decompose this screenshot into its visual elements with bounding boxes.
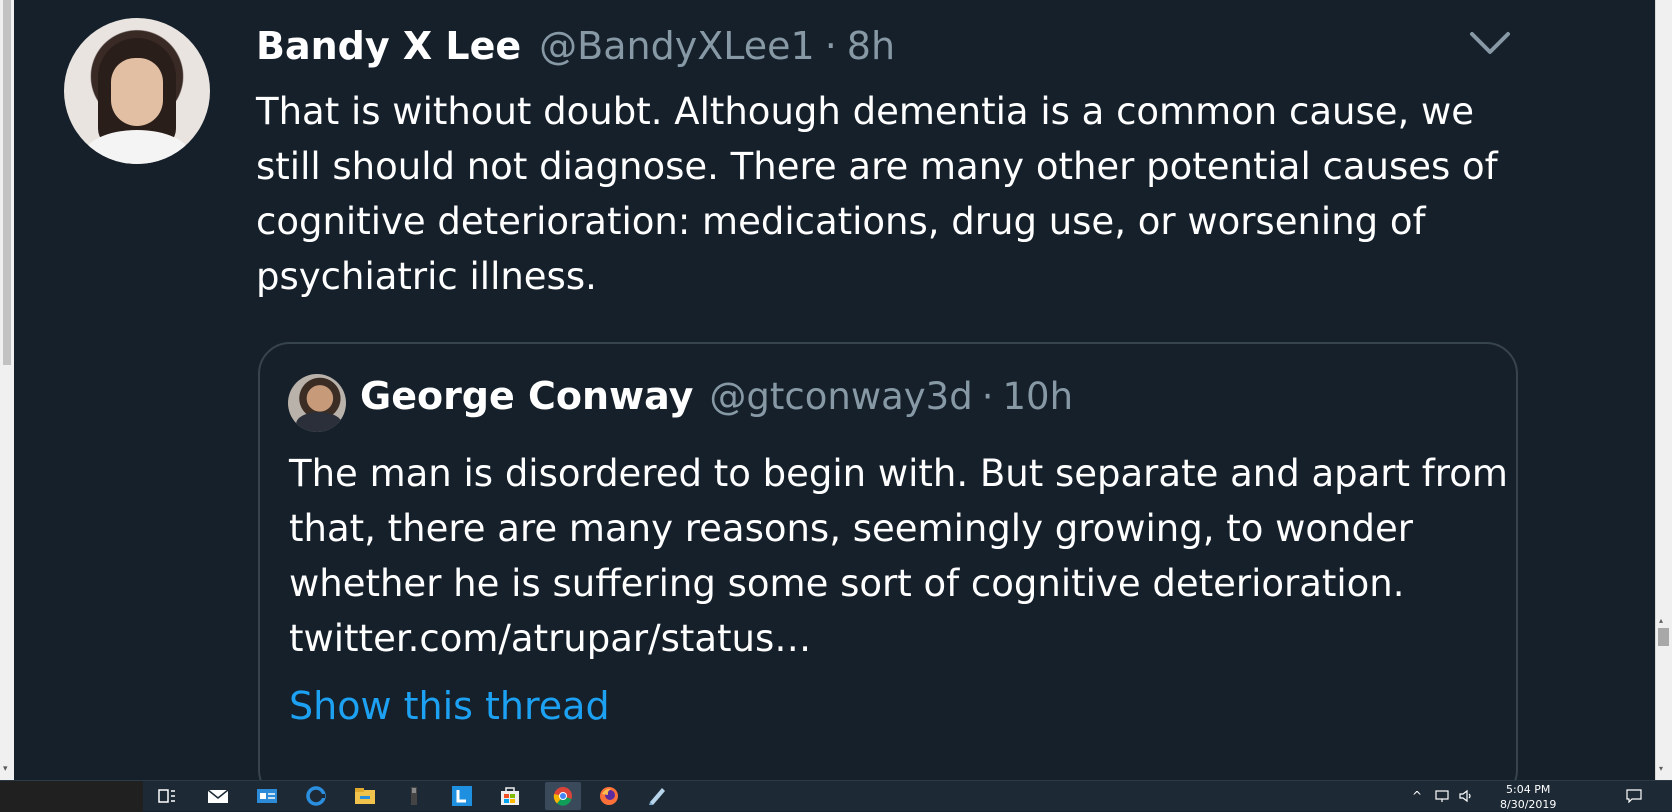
contacts-icon[interactable]	[254, 784, 280, 808]
tweet-text-line: psychiatric illness.	[256, 255, 597, 298]
author-name[interactable]: Bandy X Lee	[256, 24, 521, 68]
chevron-down-icon[interactable]	[1468, 30, 1512, 56]
author-avatar[interactable]	[64, 18, 210, 164]
quoted-text-link[interactable]: twitter.com/atrupar/status…	[289, 611, 1509, 666]
taskbar-search-area[interactable]	[0, 781, 143, 812]
separator-dot: ·	[824, 24, 837, 68]
system-tray: ^ 5:04 PM 8/30/2019	[1412, 781, 1672, 812]
clock-time[interactable]: 5:04 PM	[1506, 783, 1550, 796]
author-handle[interactable]: @BandyXLee1	[539, 24, 815, 68]
store-icon[interactable]	[497, 784, 523, 808]
tweet-header: Bandy X Lee @BandyXLee1 · 8h	[256, 24, 895, 76]
quoted-author-avatar[interactable]	[288, 374, 346, 432]
quoted-tweet-time[interactable]: 10h	[1002, 375, 1073, 418]
task-view-icon[interactable]	[154, 784, 180, 808]
mail-icon[interactable]	[205, 784, 231, 808]
chevron-up-icon[interactable]: ^	[1412, 789, 1422, 803]
notification-icon[interactable]	[1626, 789, 1642, 806]
quoted-author-name[interactable]: George Conway	[360, 374, 693, 418]
tweet-time[interactable]: 8h	[847, 24, 895, 68]
chrome-icon[interactable]	[545, 782, 581, 810]
quoted-tweet-text: The man is disordered to begin with. But…	[289, 446, 1509, 666]
quoted-text-line: The man is disordered to begin with. But…	[289, 452, 1508, 495]
left-scrollbar[interactable]: ▾	[0, 0, 14, 780]
right-scrollbar[interactable]: ▴ ▾	[1655, 0, 1672, 780]
firefox-icon[interactable]	[596, 784, 622, 808]
edge-icon[interactable]	[303, 784, 329, 808]
quoted-author-handle[interactable]: @gtconway3d	[709, 375, 972, 418]
network-icon[interactable]	[1434, 789, 1450, 806]
avatar-shoulders	[296, 412, 342, 432]
tweet-text-line: cognitive deterioration: medications, dr…	[256, 200, 1426, 243]
scroll-down-arrow-icon[interactable]: ▾	[3, 764, 8, 774]
separator-dot: ·	[981, 375, 994, 418]
show-thread-link[interactable]: Show this thread	[289, 684, 610, 728]
tweet-text-line: That is without doubt. Although dementia…	[256, 90, 1475, 133]
file-explorer-icon[interactable]	[352, 784, 378, 808]
avatar-face	[111, 58, 163, 126]
volume-icon[interactable]	[1458, 789, 1474, 806]
taskbar: ^ 5:04 PM 8/30/2019	[0, 780, 1672, 812]
lync-icon[interactable]	[449, 784, 475, 808]
tweet-text: That is without doubt. Although dementia…	[256, 84, 1556, 304]
notes-icon[interactable]	[644, 784, 670, 808]
quoted-tweet-card[interactable]: George Conway @gtconway3d · 10h The man …	[258, 342, 1518, 780]
app-icon[interactable]	[401, 784, 427, 808]
clock-date[interactable]: 8/30/2019	[1500, 798, 1556, 811]
scrollbar-track	[1655, 0, 1656, 780]
tweet[interactable]: Bandy X Lee @BandyXLee1 · 8h That is wit…	[14, 0, 1655, 780]
scroll-down-arrow-icon[interactable]: ▾	[1659, 764, 1663, 773]
left-scrollbar-thumb[interactable]	[3, 0, 11, 365]
quoted-text-line: whether he is suffering some sort of cog…	[289, 562, 1405, 605]
quoted-tweet-header: George Conway @gtconway3d · 10h	[360, 374, 1073, 418]
quoted-text-line: that, there are many reasons, seemingly …	[289, 507, 1413, 550]
scroll-up-arrow-icon[interactable]: ▴	[1659, 616, 1663, 625]
right-scrollbar-thumb[interactable]	[1658, 628, 1669, 646]
tweet-text-line: still should not diagnose. There are man…	[256, 145, 1498, 188]
